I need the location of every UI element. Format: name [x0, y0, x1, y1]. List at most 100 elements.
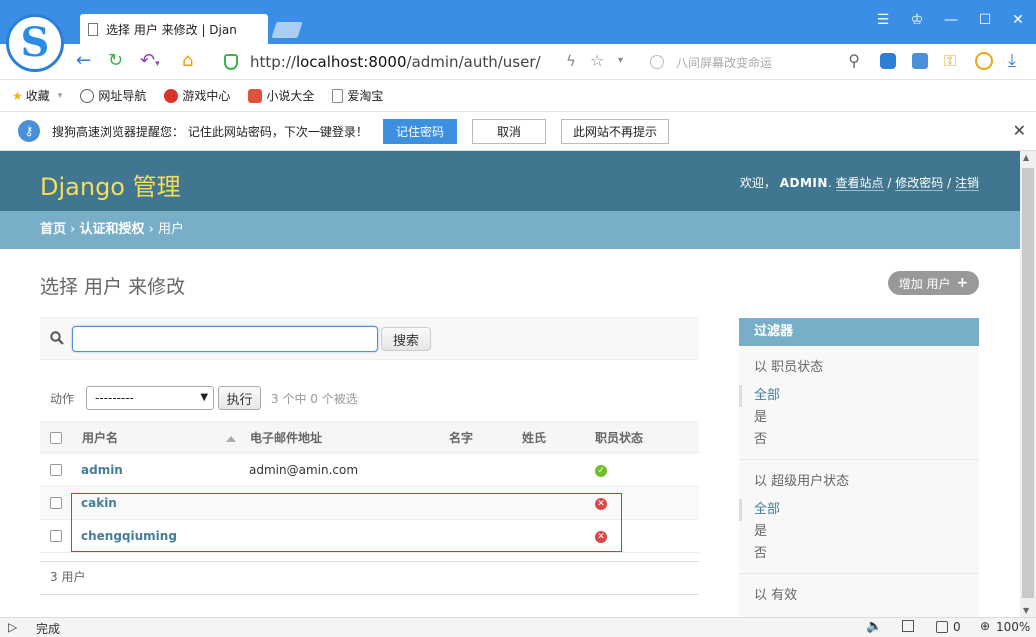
bookmark-nav[interactable]: 网址导航: [80, 87, 146, 104]
skin-icon[interactable]: ♔: [907, 12, 927, 28]
extension-search-icon[interactable]: [880, 53, 896, 69]
filter-section-title: 以 职员状态: [754, 360, 824, 375]
dropdown-icon: ▾: [57, 90, 63, 101]
never-for-site-button[interactable]: 此网站不再提示: [561, 119, 669, 144]
minimize-icon[interactable]: —: [941, 12, 961, 28]
home-icon[interactable]: ⌂: [182, 50, 193, 72]
logout-link[interactable]: 注销: [954, 176, 979, 191]
row-checkbox[interactable]: [50, 464, 62, 476]
filter-option-yes[interactable]: 是: [754, 521, 979, 543]
select-all-checkbox[interactable]: [50, 432, 62, 444]
action-go-button[interactable]: 执行: [218, 386, 262, 410]
breadcrumb: 首页 › 认证和授权 › 用户: [0, 211, 1020, 249]
zoom-level[interactable]: 100%: [996, 620, 1030, 634]
change-password-link[interactable]: 修改密码: [895, 176, 944, 191]
search-button[interactable]: 搜索: [381, 327, 431, 351]
plus-icon: +: [956, 275, 969, 291]
staff-yes-icon: ✓: [595, 465, 607, 477]
add-user-button[interactable]: 增加 用户 +: [888, 271, 979, 295]
volume-icon[interactable]: 🔈: [866, 619, 882, 634]
filter-option-no[interactable]: 否: [754, 429, 979, 451]
extension-phone-icon[interactable]: [912, 53, 928, 69]
maximize-icon[interactable]: ☐: [975, 12, 995, 28]
star-icon: ★: [12, 88, 23, 103]
tab-title: 选择 用户 来修改 | Djan: [106, 22, 237, 37]
search-box[interactable]: 八间屏幕改变命运 ⚲: [642, 50, 864, 74]
action-select[interactable]: --------- ▼: [86, 386, 215, 410]
close-icon[interactable]: ✕: [1013, 121, 1026, 140]
download-count: 0: [953, 620, 961, 634]
infobar-message: 搜狗高速浏览器提醒您： 记住此网站密码，下次一键登录！: [52, 124, 368, 139]
bookmark-favorites[interactable]: ★ 收藏 ▾: [12, 87, 62, 104]
key-icon[interactable]: ⚿: [944, 50, 956, 72]
breadcrumb-current: 用户: [158, 222, 185, 237]
key-info-icon: ⚷: [18, 120, 40, 142]
column-staff-status[interactable]: 职员状态: [595, 422, 643, 455]
lightning-icon[interactable]: ϟ: [566, 50, 576, 72]
bookmark-taobao[interactable]: 爱淘宝: [332, 87, 383, 104]
browser-titlebar: 选择 用户 来修改 | Djan ☰ ♔ — ☐ ✕: [0, 0, 1036, 44]
scroll-up-icon[interactable]: ▲: [1023, 153, 1029, 162]
screenshot-icon[interactable]: [902, 620, 914, 632]
page-icon: [332, 88, 344, 103]
bookmark-novels[interactable]: 小说大全: [248, 87, 314, 104]
zoom-icon[interactable]: ⊕: [980, 619, 990, 633]
download-icon[interactable]: ⤓: [1008, 50, 1016, 72]
browser-tab[interactable]: 选择 用户 来修改 | Djan: [80, 14, 268, 44]
filter-option-all[interactable]: 全部: [739, 385, 979, 407]
user-tools: 欢迎， ADMIN. 查看站点 / 修改密码 / 注销: [739, 176, 979, 191]
bookmarks-bar: ★ 收藏 ▾ 网址导航 游戏中心 小说大全 爱淘宝: [0, 80, 1036, 112]
sidebar-toggle-icon[interactable]: ▷: [8, 620, 17, 634]
row-checkbox[interactable]: [50, 530, 62, 542]
page-title: 选择 用户 来修改: [40, 276, 186, 298]
add-user-label: 增加 用户: [898, 276, 951, 291]
filter-option-no[interactable]: 否: [754, 543, 979, 565]
filter-active: 以 有效: [739, 574, 979, 603]
menu-icon[interactable]: ☰: [873, 12, 893, 28]
undo-icon[interactable]: ↶▾: [140, 50, 160, 75]
more-icon[interactable]: [975, 52, 993, 70]
filter-option-yes[interactable]: 是: [754, 407, 979, 429]
column-username[interactable]: 用户名: [82, 422, 118, 455]
close-window-icon[interactable]: ✕: [1008, 12, 1028, 28]
cancel-button[interactable]: 取消: [472, 119, 546, 144]
breadcrumb-home[interactable]: 首页: [40, 222, 66, 237]
scrollbar-thumb[interactable]: [1022, 168, 1034, 598]
welcome-text: 欢迎，: [739, 176, 776, 190]
filter-superuser-status: 以 超级用户状态 全部 是 否: [739, 460, 979, 574]
star-icon[interactable]: ☆: [590, 50, 604, 72]
bookmark-label: 网址导航: [98, 89, 147, 103]
search-toolbar: 搜索: [40, 317, 699, 360]
back-icon[interactable]: ←: [76, 50, 91, 72]
column-email[interactable]: 电子邮件地址: [250, 422, 322, 455]
row-checkbox[interactable]: [50, 497, 62, 509]
action-counter: 3 个中 0 个被选: [271, 391, 358, 406]
url-host: localhost:8000: [295, 53, 407, 71]
new-tab-button[interactable]: [271, 22, 303, 38]
column-first-name[interactable]: 名字: [449, 422, 473, 455]
site-brand[interactable]: Django 管理: [40, 167, 181, 202]
action-label: 动作: [50, 391, 75, 406]
username-link[interactable]: admin: [81, 454, 123, 487]
table-header: 用户名 电子邮件地址 名字 姓氏 职员状态: [40, 421, 699, 454]
sort-ascending-icon[interactable]: [226, 436, 236, 442]
remember-password-button[interactable]: 记住密码: [383, 119, 457, 144]
highlight-box: [71, 493, 622, 552]
breadcrumb-app[interactable]: 认证和授权: [80, 222, 145, 237]
view-site-link[interactable]: 查看站点: [835, 176, 884, 191]
filter-option-all[interactable]: 全部: [739, 499, 979, 521]
search-input[interactable]: [72, 326, 378, 352]
refresh-icon[interactable]: ↻: [108, 50, 123, 72]
column-last-name[interactable]: 姓氏: [522, 422, 546, 455]
actions-bar: 动作 --------- ▼ 执行 3 个中 0 个被选: [40, 383, 699, 413]
download-manager-icon[interactable]: [936, 621, 948, 633]
magnifier-icon[interactable]: ⚲: [848, 51, 860, 70]
bookmark-games[interactable]: 游戏中心: [164, 87, 230, 104]
filter-title: 过滤器: [739, 318, 979, 346]
divider: [40, 594, 699, 595]
password-infobar: ⚷ 搜狗高速浏览器提醒您： 记住此网站密码，下次一键登录！ 记住密码 取消 此网…: [0, 112, 1036, 151]
search-icon: [50, 331, 64, 345]
scroll-down-icon[interactable]: ▼: [1023, 606, 1029, 615]
dropdown-icon[interactable]: ▾: [618, 50, 623, 72]
url-scheme: http://: [250, 53, 296, 71]
